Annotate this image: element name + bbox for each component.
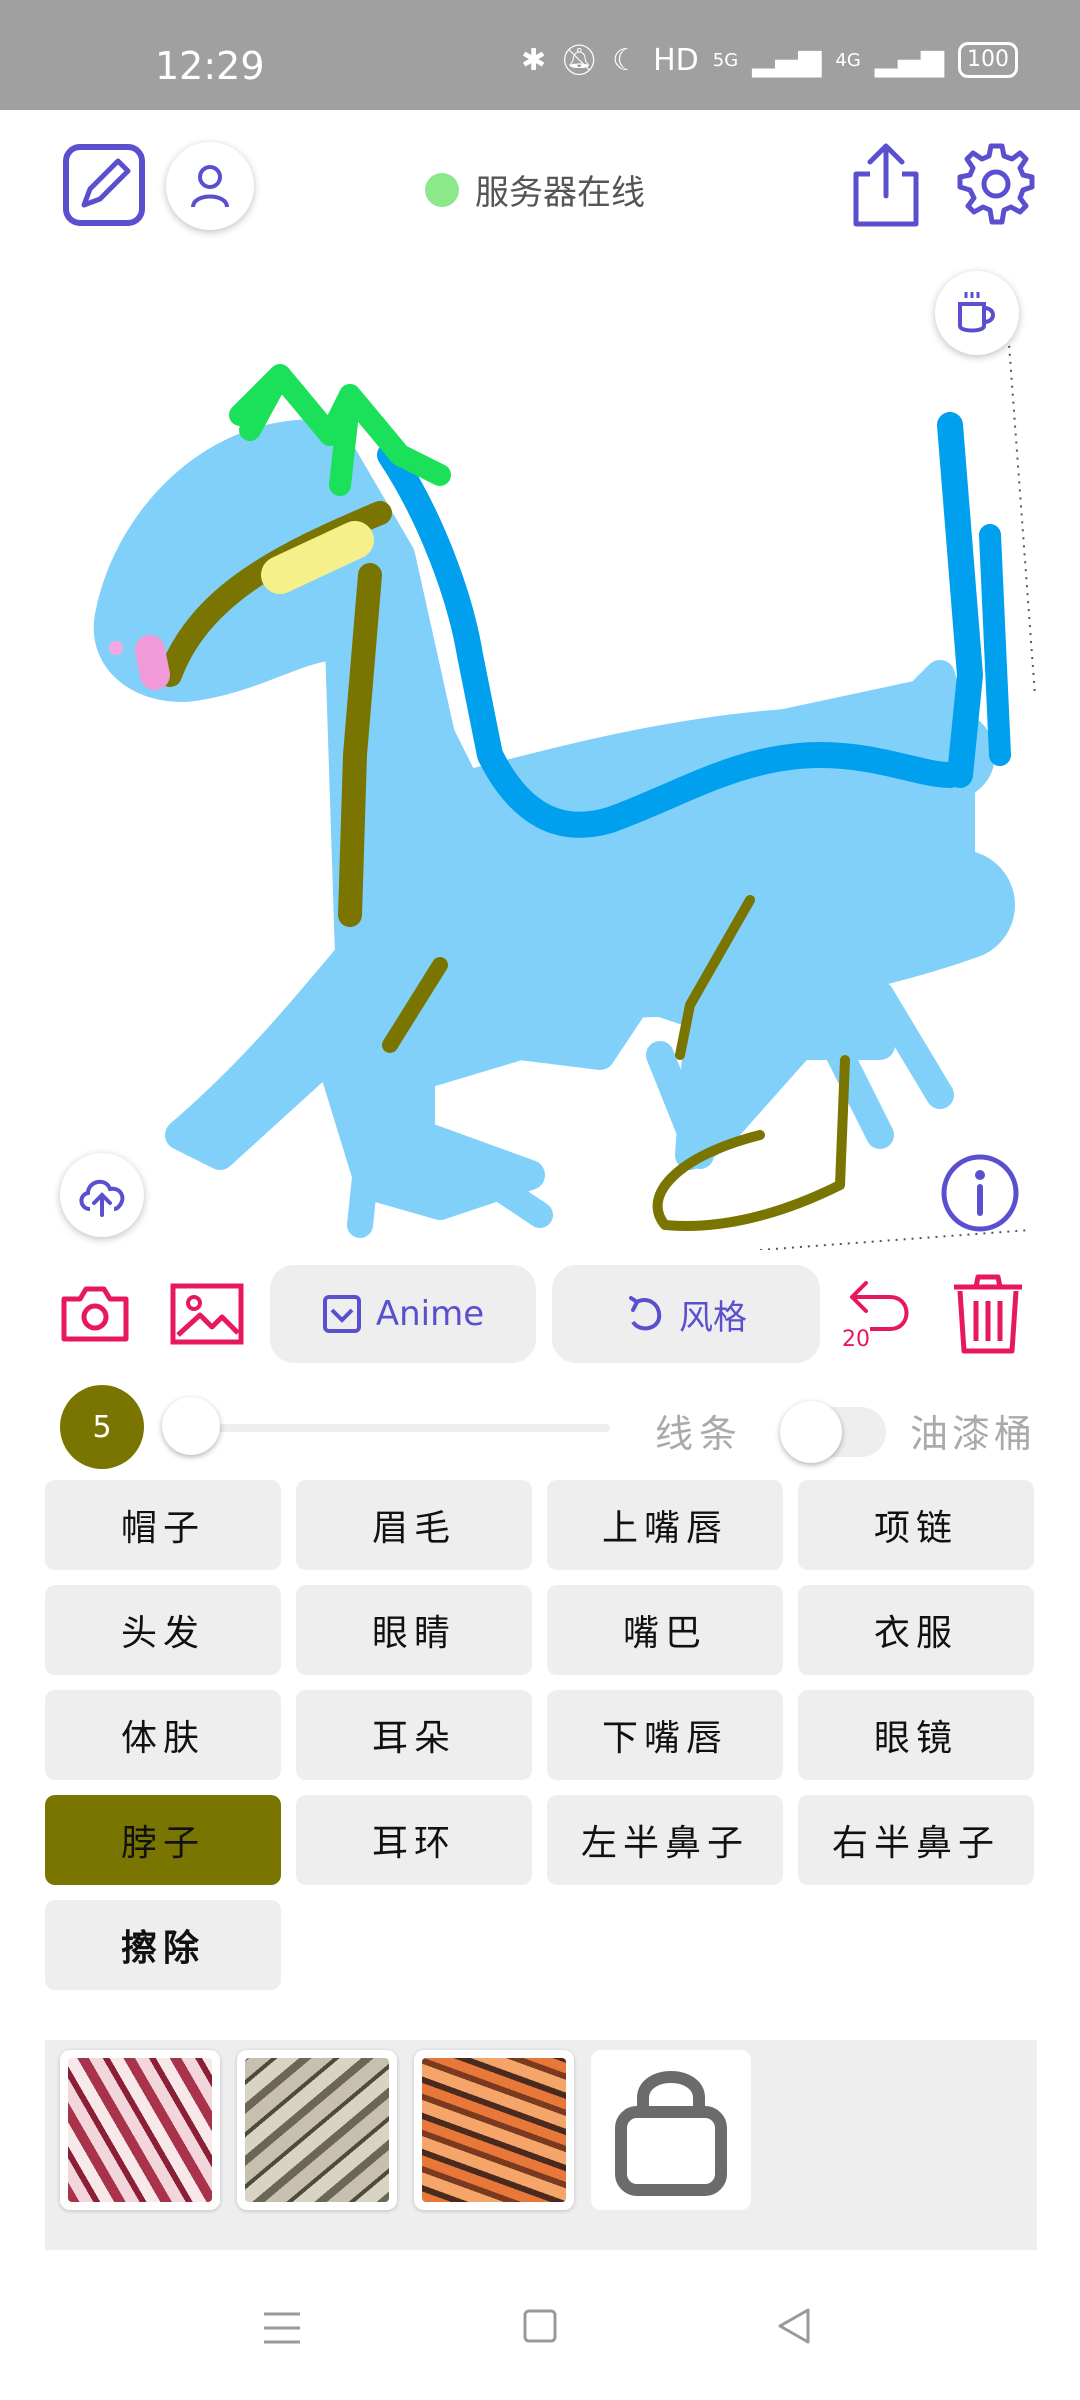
brush-size-badge[interactable]: 5 — [60, 1385, 144, 1469]
gear-icon — [957, 143, 1035, 225]
gallery-button[interactable] — [170, 1283, 244, 1345]
moon-icon: ☾ — [612, 42, 640, 78]
square-icon — [523, 2309, 557, 2343]
part-button-hair[interactable]: 头发 — [45, 1585, 281, 1675]
part-button-upper-lip[interactable]: 上嘴唇 — [547, 1480, 783, 1570]
undo-button[interactable]: 20 — [840, 1275, 920, 1355]
part-button-mouth[interactable]: 嘴巴 — [547, 1585, 783, 1675]
texture-preview — [245, 2058, 389, 2202]
rotate-icon — [629, 1296, 662, 1331]
bucket-mode-label: 油漆桶 — [910, 1412, 1037, 1456]
part-button-skin[interactable]: 体肤 — [45, 1690, 281, 1780]
part-button-hat[interactable]: 帽子 — [45, 1480, 281, 1570]
share-icon — [853, 143, 919, 227]
edit-button[interactable] — [62, 143, 146, 227]
upload-button[interactable] — [60, 1153, 144, 1237]
server-status: 服务器在线 — [425, 165, 645, 214]
texture-swatch-grey[interactable] — [237, 2050, 397, 2210]
texture-swatch-locked[interactable] — [591, 2050, 751, 2210]
coffee-icon — [958, 292, 995, 333]
texture-preview — [68, 2058, 212, 2202]
part-button-ears[interactable]: 耳朵 — [296, 1690, 532, 1780]
camera-button[interactable] — [60, 1283, 130, 1343]
cloud-upload-icon — [79, 1179, 125, 1217]
home-nav-button[interactable] — [522, 2308, 558, 2344]
image-icon — [170, 1283, 244, 1345]
texture-strip — [45, 2040, 1037, 2250]
coffee-button[interactable] — [935, 271, 1019, 355]
line-mode-label: 线条 — [655, 1412, 744, 1456]
part-button-earrings[interactable]: 耳环 — [296, 1795, 532, 1885]
anime-label: Anime — [375, 1294, 485, 1334]
sketch-drawing — [93, 289, 1036, 1251]
signal-icon: ▂▄▆ — [752, 42, 822, 78]
part-button-erase[interactable]: 擦除 — [45, 1900, 281, 1990]
signal-4g-label: 4G — [835, 49, 861, 71]
menu-nav-button[interactable] — [262, 2310, 302, 2346]
status-dot — [425, 172, 459, 207]
part-button-eyebrows[interactable]: 眉毛 — [296, 1480, 532, 1570]
info-icon — [941, 1154, 1019, 1232]
info-button[interactable] — [940, 1153, 1020, 1233]
back-nav-button[interactable] — [776, 2306, 812, 2346]
menu-icon — [264, 2312, 300, 2344]
battery-indicator: 100 — [958, 42, 1018, 78]
brush-controls: 5 线条 油漆桶 — [0, 1385, 1080, 1469]
undo-icon — [850, 1281, 909, 1331]
style-label: 风格 — [679, 1297, 747, 1338]
part-button-clothes[interactable]: 衣服 — [798, 1585, 1034, 1675]
lock-icon — [615, 2071, 727, 2196]
camera-icon — [61, 1286, 129, 1342]
part-button-glasses[interactable]: 眼镜 — [798, 1690, 1034, 1780]
back-icon — [778, 2308, 810, 2344]
action-toolbar: Anime 风格 20 — [0, 1265, 1080, 1365]
checkbox-icon — [322, 1295, 361, 1333]
texture-swatch-orange[interactable] — [414, 2050, 574, 2210]
segment-label-grid: 帽子 眉毛 上嘴唇 项链 头发 眼睛 嘴巴 衣服 体肤 耳朵 下嘴唇 眼镜 脖子… — [45, 1480, 1035, 1990]
server-status-label: 服务器在线 — [475, 173, 645, 213]
toggle-knob[interactable] — [780, 1401, 842, 1463]
profile-button[interactable] — [166, 142, 254, 230]
texture-swatch-crimson[interactable] — [60, 2050, 220, 2210]
style-button[interactable]: 风格 — [552, 1265, 820, 1363]
texture-preview — [422, 2058, 566, 2202]
signal-icon: ▂▄▆ — [874, 42, 944, 78]
status-bar: 12:29 ✱ 🔕︎ ☾ HD 5G ▂▄▆ 4G ▂▄▆ 100 — [0, 0, 1080, 110]
mute-icon: 🔕︎ — [560, 42, 599, 78]
part-button-lower-lip[interactable]: 下嘴唇 — [547, 1690, 783, 1780]
hd-label: HD — [653, 42, 699, 78]
drawing-canvas[interactable] — [0, 255, 1080, 1251]
part-button-right-nose[interactable]: 右半鼻子 — [798, 1795, 1034, 1885]
status-time: 12:29 — [155, 44, 265, 88]
anime-model-button[interactable]: Anime — [270, 1265, 536, 1363]
brush-size-slider[interactable] — [190, 1424, 610, 1432]
trash-icon — [954, 1274, 1022, 1354]
bluetooth-icon: ✱ — [520, 42, 547, 78]
part-button-neck[interactable]: 脖子 — [45, 1795, 281, 1885]
delete-button[interactable] — [950, 1273, 1026, 1355]
system-nav-bar — [0, 2250, 1080, 2400]
part-button-eyes[interactable]: 眼睛 — [296, 1585, 532, 1675]
part-button-left-nose[interactable]: 左半鼻子 — [547, 1795, 783, 1885]
status-icons: ✱ 🔕︎ ☾ HD 5G ▂▄▆ 4G ▂▄▆ 100 — [521, 42, 1018, 78]
slider-knob[interactable] — [162, 1397, 220, 1455]
settings-button[interactable] — [952, 142, 1036, 226]
part-button-necklace[interactable]: 项链 — [798, 1480, 1034, 1570]
signal-5g-label: 5G — [712, 49, 739, 71]
share-button[interactable] — [848, 140, 924, 230]
user-icon — [191, 165, 229, 208]
undo-count: 20 — [842, 1327, 870, 1352]
edit-icon — [63, 144, 145, 226]
